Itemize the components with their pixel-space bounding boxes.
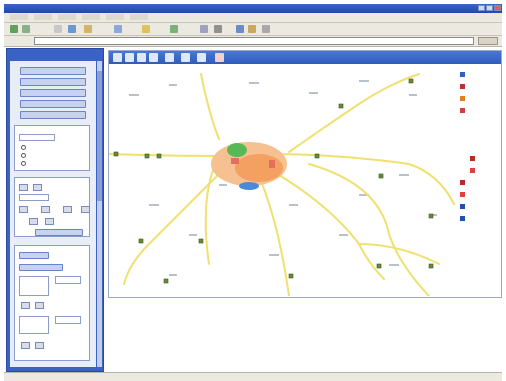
result-box-4[interactable] xyxy=(55,316,81,324)
result-button-5[interactable] xyxy=(21,342,30,349)
query-submit-button[interactable] xyxy=(35,229,83,236)
zoom-out-icon[interactable] xyxy=(137,53,146,62)
query-button-1[interactable] xyxy=(19,184,28,191)
legend-item-2[interactable] xyxy=(459,83,495,90)
zoom-in-icon[interactable] xyxy=(125,53,134,62)
mail-icon[interactable] xyxy=(200,25,208,33)
query-button-4[interactable] xyxy=(41,206,50,213)
pan-icon[interactable] xyxy=(113,53,122,62)
stop-icon[interactable] xyxy=(54,25,62,33)
menu-item-1[interactable] xyxy=(10,14,28,20)
panel-content xyxy=(10,61,96,367)
legend-item-1[interactable] xyxy=(459,71,495,78)
menu-item-5[interactable] xyxy=(106,14,124,20)
query-button-2[interactable] xyxy=(33,184,42,191)
legend-item-5[interactable] xyxy=(459,179,495,186)
discuss-icon[interactable] xyxy=(248,25,256,33)
window-title xyxy=(14,5,124,11)
query-button-5[interactable] xyxy=(63,206,72,213)
full-extent-icon[interactable] xyxy=(149,53,158,62)
result-button-6[interactable] xyxy=(35,342,44,349)
map-canvas[interactable] xyxy=(109,64,501,296)
minimize-button[interactable] xyxy=(478,5,485,11)
result-box-3[interactable] xyxy=(19,316,49,334)
panel-scrollbar[interactable] xyxy=(97,61,102,367)
panel-button-1[interactable] xyxy=(20,67,86,75)
legend-item-4[interactable] xyxy=(459,107,495,114)
search-icon[interactable] xyxy=(114,25,122,33)
refresh-icon[interactable] xyxy=(68,25,76,33)
window-titlebar xyxy=(4,4,502,13)
layer-icon[interactable] xyxy=(215,53,224,62)
history-icon[interactable] xyxy=(170,25,178,33)
results-group xyxy=(14,245,90,361)
result-box-2[interactable] xyxy=(55,276,81,284)
menu-bar xyxy=(4,13,502,23)
query-group xyxy=(14,177,90,237)
option-1[interactable] xyxy=(21,145,61,151)
map-toolbar xyxy=(109,51,501,64)
address-bar xyxy=(4,36,502,47)
query-button-7[interactable] xyxy=(29,218,38,225)
address-input[interactable] xyxy=(34,37,474,45)
back-icon[interactable] xyxy=(10,25,18,33)
go-button[interactable] xyxy=(478,37,498,45)
result-button-4[interactable] xyxy=(35,302,44,309)
close-button[interactable] xyxy=(494,5,501,11)
query-field-1[interactable] xyxy=(19,194,49,201)
tools-icon[interactable] xyxy=(262,25,270,33)
panel-button-4[interactable] xyxy=(20,100,86,108)
panel-button-5[interactable] xyxy=(20,111,86,119)
query-button-3[interactable] xyxy=(19,206,28,213)
map-legend xyxy=(459,71,497,271)
browser-toolbar xyxy=(4,23,502,36)
result-button-2[interactable] xyxy=(19,264,63,271)
legend-item-7[interactable] xyxy=(459,203,495,210)
option-2[interactable] xyxy=(21,153,61,159)
edit-icon[interactable] xyxy=(236,25,244,33)
query-button-8[interactable] xyxy=(45,218,54,225)
legend-symbol-2[interactable] xyxy=(469,167,483,174)
menu-item-4[interactable] xyxy=(82,14,100,20)
legend-item-8[interactable] xyxy=(459,215,495,222)
search-field[interactable] xyxy=(19,134,55,141)
query-button-6[interactable] xyxy=(81,206,90,213)
menu-item-3[interactable] xyxy=(58,14,76,20)
print-map-icon[interactable] xyxy=(197,53,206,62)
home-icon[interactable] xyxy=(84,25,92,33)
maximize-button[interactable] xyxy=(486,5,493,11)
result-button-3[interactable] xyxy=(21,302,30,309)
panel-header xyxy=(17,51,91,58)
panel-button-3[interactable] xyxy=(20,89,86,97)
urban-area xyxy=(211,142,287,190)
map-view[interactable] xyxy=(108,50,502,298)
panel-scrollbar-thumb[interactable] xyxy=(97,71,102,201)
legend-symbol-1[interactable] xyxy=(469,155,483,162)
poi-markers[interactable] xyxy=(113,78,434,284)
legend-item-6[interactable] xyxy=(459,191,495,198)
option-3[interactable] xyxy=(21,161,61,167)
menu-item-6[interactable] xyxy=(130,14,148,20)
menu-item-2[interactable] xyxy=(34,14,52,20)
search-group xyxy=(14,125,90,171)
print-icon[interactable] xyxy=(214,25,222,33)
forward-icon[interactable] xyxy=(22,25,30,33)
left-control-panel xyxy=(6,48,104,372)
result-button-1[interactable] xyxy=(19,252,49,259)
measure-icon[interactable] xyxy=(165,53,174,62)
legend-item-3[interactable] xyxy=(459,95,495,102)
identify-icon[interactable] xyxy=(181,53,190,62)
panel-button-2[interactable] xyxy=(20,78,86,86)
map-roads xyxy=(109,73,455,296)
result-box-1[interactable] xyxy=(19,276,49,296)
favorites-icon[interactable] xyxy=(142,25,150,33)
